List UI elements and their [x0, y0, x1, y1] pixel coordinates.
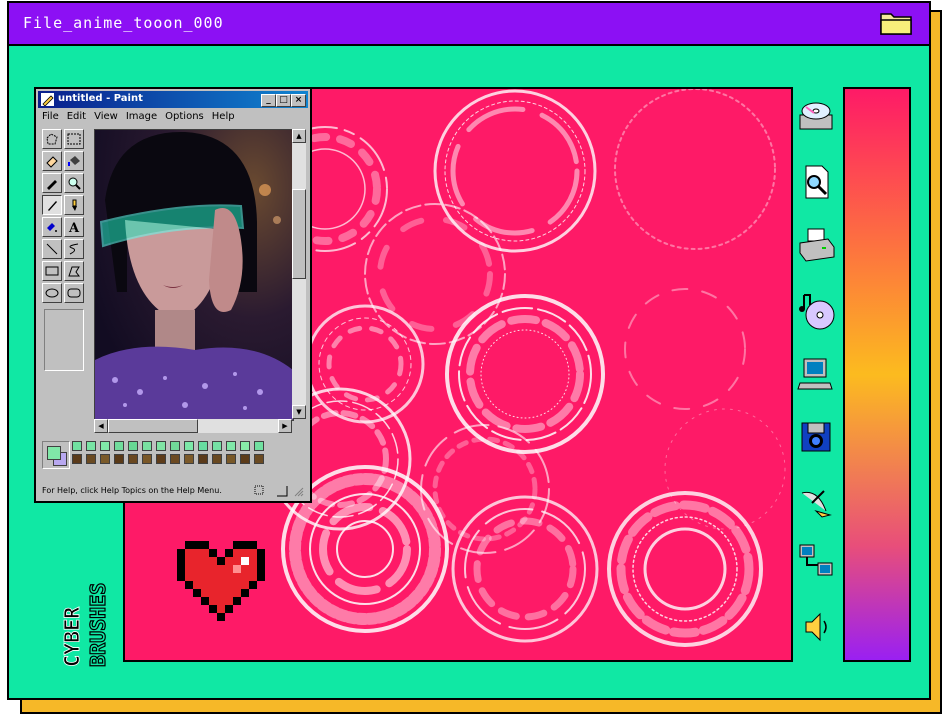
svg-text:A: A: [68, 221, 80, 234]
palette-swatch[interactable]: [72, 441, 82, 451]
color-picker-tool[interactable]: [42, 173, 62, 193]
computer-icon[interactable]: [796, 355, 836, 395]
paint-menubar: File Edit View Image Options Help: [42, 111, 243, 122]
menu-options[interactable]: Options: [165, 111, 204, 122]
airbrush-tool[interactable]: [42, 217, 62, 237]
curve-tool[interactable]: [64, 239, 84, 259]
palette-swatch[interactable]: [240, 454, 250, 464]
scroll-right-arrow-icon[interactable]: ▶: [278, 419, 292, 433]
paint-window: untitled - Paint _ □ × File Edit View Image…: [34, 87, 312, 503]
palette-swatch[interactable]: [212, 454, 222, 464]
palette-swatch[interactable]: [240, 441, 250, 451]
palette-swatch[interactable]: [100, 454, 110, 464]
vertical-scroll-thumb[interactable]: [292, 189, 306, 279]
cyber-line: CYBER: [60, 606, 84, 667]
pencil-tool[interactable]: [42, 195, 62, 215]
brush-tool[interactable]: [64, 195, 84, 215]
palette-swatch[interactable]: [184, 454, 194, 464]
window-titlebar[interactable]: File_anime_tooon_000: [9, 3, 929, 46]
palette-swatch[interactable]: [170, 454, 180, 464]
palette-swatch[interactable]: [198, 441, 208, 451]
camera-floppy-icon[interactable]: [796, 417, 836, 457]
canvas-image-cyber-girl[interactable]: [94, 129, 294, 421]
printer-icon[interactable]: [796, 225, 836, 265]
tool-options-box[interactable]: [44, 309, 84, 371]
minimize-button[interactable]: _: [261, 94, 276, 107]
brushes-line: BRUSHES: [86, 583, 109, 667]
palette-swatch[interactable]: [254, 441, 264, 451]
size-indicator-icon: [277, 486, 288, 497]
line-tool[interactable]: [42, 239, 62, 259]
ellipse-tool[interactable]: [42, 283, 62, 303]
paint-app-icon: [41, 93, 54, 106]
menu-help[interactable]: Help: [212, 111, 235, 122]
palette-swatch[interactable]: [128, 441, 138, 451]
palette-swatch[interactable]: [114, 454, 124, 464]
scroll-up-arrow-icon[interactable]: ▲: [292, 129, 306, 143]
network-icon[interactable]: [796, 541, 836, 581]
free-select-tool[interactable]: [42, 129, 62, 149]
satellite-dish-icon[interactable]: [796, 481, 836, 521]
color-palette: [42, 441, 272, 471]
palette-swatch[interactable]: [72, 454, 82, 464]
text-tool[interactable]: A: [64, 217, 84, 237]
scroll-left-arrow-icon[interactable]: ◀: [94, 419, 108, 433]
palette-swatch[interactable]: [142, 454, 152, 464]
palette-swatch[interactable]: [212, 441, 222, 451]
folder-icon[interactable]: [879, 10, 913, 36]
palette-swatch[interactable]: [86, 454, 96, 464]
palette-swatch[interactable]: [184, 441, 194, 451]
palette-swatch[interactable]: [142, 441, 152, 451]
music-cd-icon[interactable]: [796, 291, 836, 331]
search-document-icon[interactable]: [796, 162, 836, 202]
palette-swatch[interactable]: [198, 454, 208, 464]
vertical-scrollbar[interactable]: ▲ ▼: [292, 129, 306, 419]
foreground-color-swatch[interactable]: [47, 446, 61, 460]
polygon-tool[interactable]: [64, 261, 84, 281]
pixel-heart-icon: [177, 541, 265, 621]
horizontal-scrollbar[interactable]: ◀ ▶: [94, 419, 292, 433]
magnifier-tool[interactable]: [64, 173, 84, 193]
palette-swatch[interactable]: [114, 441, 124, 451]
cyber-brushes-logo: CYBER BRUSHES: [60, 582, 109, 667]
horizontal-scroll-thumb[interactable]: [108, 419, 198, 433]
speaker-icon[interactable]: [796, 607, 836, 647]
palette-swatch[interactable]: [254, 454, 264, 464]
palette-swatch[interactable]: [156, 454, 166, 464]
menu-edit[interactable]: Edit: [67, 111, 86, 122]
paint-titlebar[interactable]: untitled - Paint _ □ ×: [38, 91, 308, 108]
paint-title: untitled - Paint: [58, 93, 143, 104]
menu-view[interactable]: View: [94, 111, 118, 122]
palette-swatch[interactable]: [226, 441, 236, 451]
rect-select-tool[interactable]: [64, 129, 84, 149]
palette-swatch[interactable]: [86, 441, 96, 451]
palette-swatch[interactable]: [100, 441, 110, 451]
eraser-tool[interactable]: [42, 151, 62, 171]
maximize-button[interactable]: □: [276, 94, 291, 107]
fill-tool[interactable]: [64, 151, 84, 171]
status-text: For Help, click Help Topics on the Help …: [42, 486, 222, 495]
scroll-down-arrow-icon[interactable]: ▼: [292, 405, 306, 419]
window-title: File_anime_tooon_000: [23, 14, 224, 32]
cd-drive-icon[interactable]: [796, 97, 836, 137]
rectangle-tool[interactable]: [42, 261, 62, 281]
palette-swatch[interactable]: [156, 441, 166, 451]
paint-statusbar: For Help, click Help Topics on the Help …: [40, 483, 306, 499]
resize-grip-icon[interactable]: [292, 485, 304, 497]
main-window: File_anime_tooon_000 untitled - Paint _ …: [7, 1, 931, 700]
gradient-side-panel: [843, 87, 911, 662]
position-indicator-icon: [254, 485, 264, 495]
palette-swatch[interactable]: [170, 441, 180, 451]
close-button[interactable]: ×: [291, 94, 306, 107]
current-colors[interactable]: [42, 441, 70, 469]
rounded-rect-tool[interactable]: [64, 283, 84, 303]
menu-image[interactable]: Image: [126, 111, 157, 122]
palette-swatch[interactable]: [128, 454, 138, 464]
palette-swatch[interactable]: [226, 454, 236, 464]
menu-file[interactable]: File: [42, 111, 59, 122]
